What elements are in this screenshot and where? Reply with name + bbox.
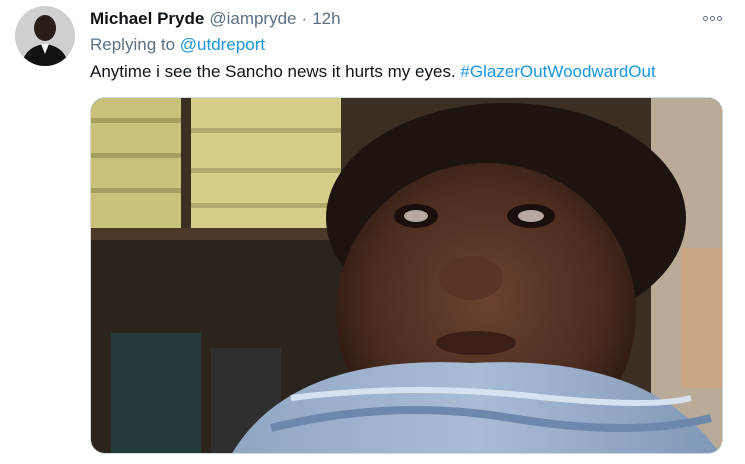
photo-image (91, 98, 722, 453)
replying-to: Replying to @utdreport (90, 35, 265, 55)
tweet-text: Anytime i see the Sancho news it hurts m… (90, 62, 656, 82)
replying-to-link[interactable]: @utdreport (180, 35, 265, 54)
author-handle[interactable]: @iampryde (209, 9, 296, 29)
avatar[interactable] (15, 6, 75, 66)
tweet-header: Michael Pryde @iampryde · 12h (90, 7, 341, 31)
author-name[interactable]: Michael Pryde (90, 9, 204, 29)
tweet-timestamp[interactable]: 12h (312, 9, 340, 29)
avatar-image (15, 6, 75, 66)
tweet-media-photo[interactable] (90, 97, 723, 454)
hashtag-link[interactable]: #GlazerOutWoodwardOut (460, 62, 655, 81)
replying-to-label: Replying to (90, 35, 176, 54)
tweet-body: Anytime i see the Sancho news it hurts m… (90, 62, 456, 81)
tweet[interactable]: Michael Pryde @iampryde · 12h Replying t… (0, 0, 745, 464)
separator-dot: · (301, 9, 308, 28)
more-options-icon[interactable] (699, 10, 725, 26)
